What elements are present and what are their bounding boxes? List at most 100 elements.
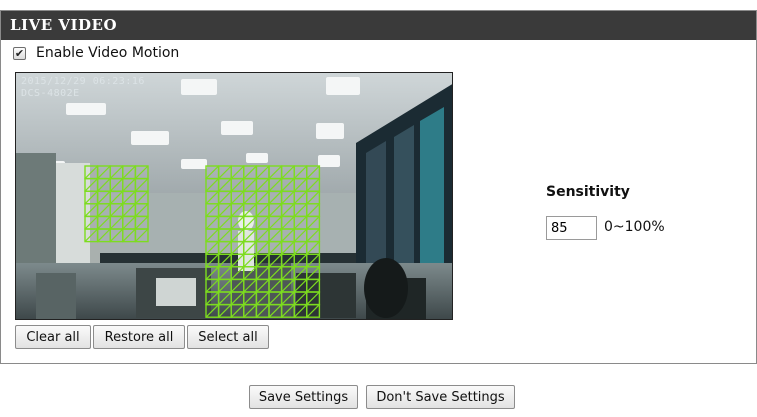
motion-block[interactable] [205,190,220,205]
motion-block[interactable] [134,165,149,180]
motion-block[interactable] [306,291,321,306]
motion-block[interactable] [268,190,283,205]
motion-block[interactable] [293,165,308,180]
motion-block[interactable] [243,253,258,268]
motion-block[interactable] [84,190,99,205]
motion-block[interactable] [280,291,295,306]
motion-block[interactable] [217,303,232,318]
motion-block[interactable] [255,228,270,243]
motion-block[interactable] [84,165,99,180]
motion-block[interactable] [84,203,99,218]
motion-block[interactable] [306,240,321,255]
motion-block[interactable] [268,266,283,281]
motion-block[interactable] [306,303,321,318]
motion-block[interactable] [293,177,308,192]
dont-save-settings-button[interactable]: Don't Save Settings [366,385,515,409]
motion-block[interactable] [205,303,220,318]
motion-block[interactable] [96,165,111,180]
motion-block[interactable] [280,203,295,218]
motion-block[interactable] [243,215,258,230]
motion-block[interactable] [255,165,270,180]
motion-block[interactable] [205,215,220,230]
motion-block[interactable] [243,177,258,192]
motion-block[interactable] [293,291,308,306]
motion-block[interactable] [243,165,258,180]
motion-block[interactable] [280,278,295,293]
motion-block[interactable] [134,228,149,243]
enable-motion-checkbox[interactable]: ✔ [13,46,26,60]
motion-block[interactable] [96,190,111,205]
motion-block[interactable] [268,203,283,218]
select-all-button[interactable]: Select all [187,325,269,349]
motion-block[interactable] [109,203,124,218]
motion-block[interactable] [243,228,258,243]
motion-block[interactable] [268,278,283,293]
motion-block[interactable] [217,240,232,255]
motion-block[interactable] [217,165,232,180]
motion-block[interactable] [96,228,111,243]
motion-block[interactable] [122,215,137,230]
motion-block[interactable] [280,165,295,180]
motion-block[interactable] [230,266,245,281]
motion-block[interactable] [268,228,283,243]
motion-block[interactable] [96,215,111,230]
motion-block[interactable] [205,165,220,180]
motion-block[interactable] [109,165,124,180]
motion-block[interactable] [306,215,321,230]
motion-block[interactable] [205,266,220,281]
motion-block[interactable] [280,228,295,243]
motion-block[interactable] [109,190,124,205]
motion-block[interactable] [217,266,232,281]
motion-block[interactable] [280,215,295,230]
motion-block[interactable] [293,303,308,318]
motion-block[interactable] [243,266,258,281]
motion-block[interactable] [230,278,245,293]
motion-block[interactable] [268,177,283,192]
motion-block[interactable] [217,228,232,243]
motion-block[interactable] [230,190,245,205]
motion-block[interactable] [306,228,321,243]
motion-block[interactable] [134,215,149,230]
motion-block[interactable] [306,177,321,192]
motion-block[interactable] [230,165,245,180]
motion-block[interactable] [230,253,245,268]
motion-block[interactable] [306,278,321,293]
motion-block[interactable] [255,215,270,230]
sensitivity-input[interactable] [546,216,597,240]
motion-block[interactable] [293,278,308,293]
clear-all-button[interactable]: Clear all [15,325,91,349]
motion-block[interactable] [96,203,111,218]
motion-block[interactable] [255,291,270,306]
motion-block[interactable] [293,266,308,281]
motion-block[interactable] [205,177,220,192]
motion-block[interactable] [217,177,232,192]
motion-block[interactable] [205,228,220,243]
motion-block[interactable] [268,215,283,230]
motion-block[interactable] [205,278,220,293]
motion-block[interactable] [122,228,137,243]
motion-block[interactable] [280,266,295,281]
restore-all-button[interactable]: Restore all [93,325,185,349]
motion-block[interactable] [293,203,308,218]
motion-block[interactable] [109,215,124,230]
motion-block[interactable] [293,190,308,205]
motion-block[interactable] [255,266,270,281]
motion-block[interactable] [255,177,270,192]
motion-block[interactable] [255,303,270,318]
motion-block[interactable] [293,215,308,230]
motion-block[interactable] [255,203,270,218]
motion-block[interactable] [280,177,295,192]
motion-block[interactable] [230,215,245,230]
motion-block[interactable] [255,278,270,293]
motion-block[interactable] [134,177,149,192]
motion-block[interactable] [306,253,321,268]
motion-block[interactable] [205,240,220,255]
motion-block[interactable] [230,291,245,306]
motion-grid-overlay[interactable] [16,73,453,320]
motion-block[interactable] [230,177,245,192]
motion-block[interactable] [217,253,232,268]
motion-block[interactable] [230,203,245,218]
motion-block[interactable] [205,203,220,218]
motion-block[interactable] [230,228,245,243]
motion-block[interactable] [122,165,137,180]
